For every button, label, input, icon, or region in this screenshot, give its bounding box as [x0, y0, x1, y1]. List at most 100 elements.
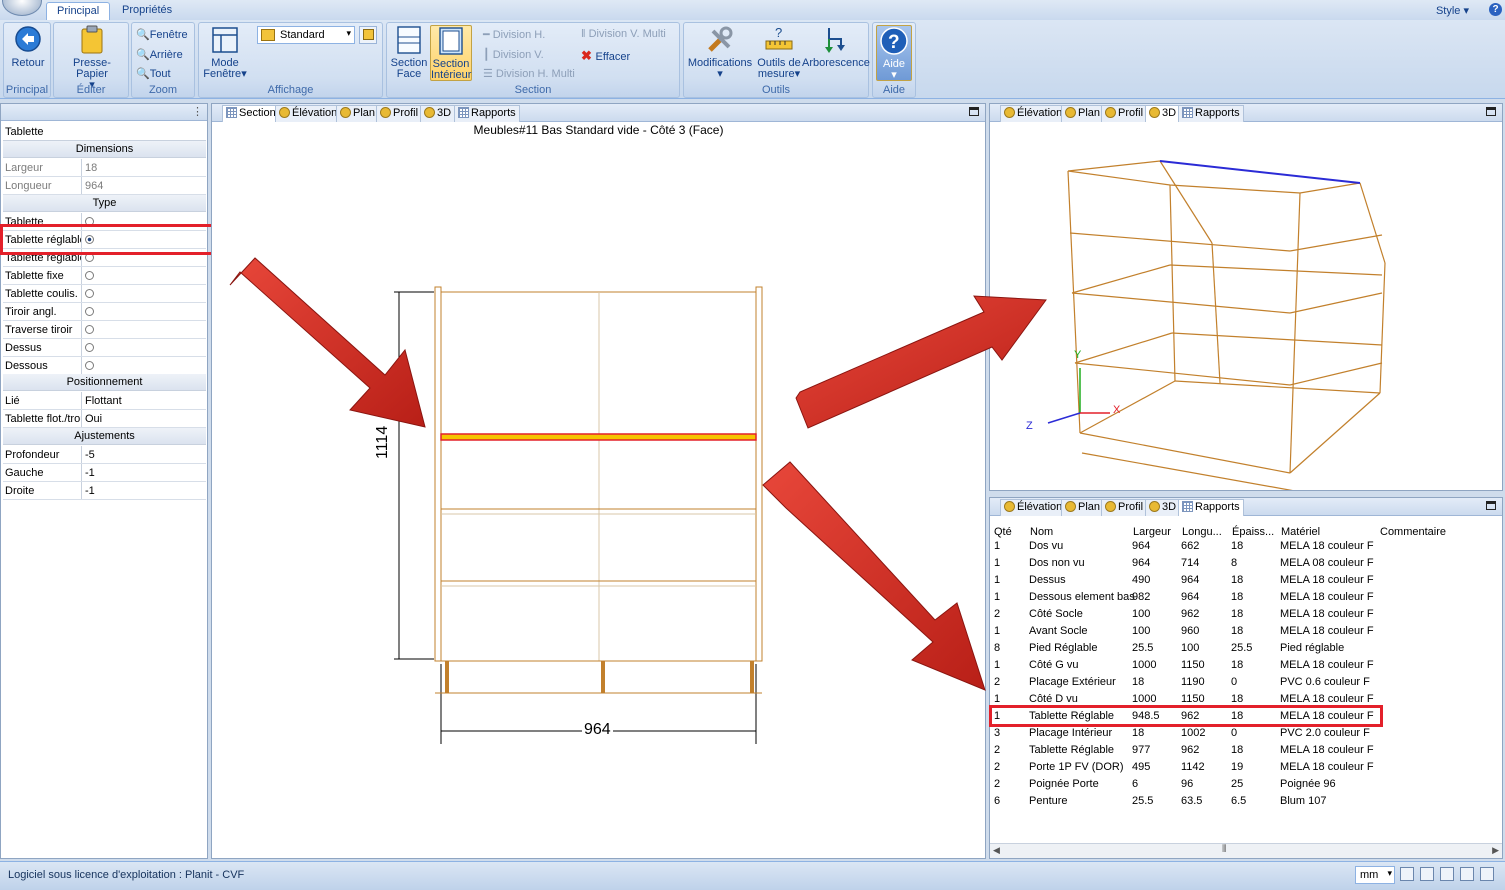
column-header-longueur[interactable]: Longu... [1182, 526, 1222, 538]
prop-droite[interactable]: Droite -1 [3, 482, 206, 500]
tab-3d[interactable]: 3D [1145, 105, 1181, 122]
tab-plan[interactable]: Plan [1061, 499, 1105, 516]
prop-gauche[interactable]: Gauche -1 [3, 464, 206, 482]
outils-mesure-button[interactable]: ? Outils de mesure▾ [755, 25, 803, 80]
type-option[interactable]: Tablette fixe [3, 267, 206, 285]
grip-icon[interactable]: ⋮ [192, 105, 203, 118]
section-interieur-button[interactable]: Section Intérieur [430, 25, 472, 81]
view-edit-button[interactable] [359, 26, 377, 44]
table-row[interactable]: 2 Porte 1P FV (DOR) 495 1142 19 MELA 18 coule… [991, 759, 1471, 776]
category-ajustements[interactable]: Ajustements [3, 428, 206, 445]
scroll-thumb-grip-icon[interactable]: ⦀ [1222, 844, 1226, 855]
radio-button[interactable] [85, 289, 94, 298]
table-row[interactable]: 1 Dos vu 964 662 18 MELA 18 couleur F [991, 538, 1471, 555]
radio-button[interactable] [85, 325, 94, 334]
zoom-fenetre-button[interactable]: 🔍Fenêtre [136, 28, 188, 41]
prop-lie[interactable]: Lié Flottant [3, 392, 206, 410]
horizontal-scrollbar[interactable]: ◀ ⦀ ▶ [990, 843, 1502, 858]
prop-flot-value[interactable]: Oui [81, 410, 206, 427]
column-header-largeur[interactable]: Largeur [1133, 526, 1171, 538]
category-type[interactable]: Type [3, 195, 206, 212]
prop-profondeur-value[interactable]: -5 [81, 446, 206, 463]
view-select[interactable]: Standard ▾ [257, 26, 355, 44]
category-positionnement[interactable]: Positionnement [3, 374, 206, 391]
table-row[interactable]: 3 Placage Intérieur 18 1002 0 PVC 2.0 couleur… [991, 725, 1471, 742]
style-menu[interactable]: Style ▾ [1436, 4, 1469, 17]
radio-button[interactable] [85, 307, 94, 316]
prop-longueur-value[interactable]: 964 [81, 177, 206, 194]
table-row[interactable]: 1 Dos non vu 964 714 8 MELA 08 couleur F [991, 555, 1471, 572]
type-option[interactable]: Tablette coulis. [3, 285, 206, 303]
column-header-nom[interactable]: Nom [1030, 526, 1053, 538]
column-header-epaisseur[interactable]: Épaiss... [1232, 526, 1274, 538]
table-row[interactable]: 6 Penture 25.5 63.5 6.5 Blum 107 [991, 793, 1471, 810]
type-option[interactable]: Dessus [3, 339, 206, 357]
prop-longueur[interactable]: Longueur 964 [3, 177, 206, 195]
tab-profil[interactable]: Profil [1101, 499, 1148, 516]
prop-flot[interactable]: Tablette flot./trou Oui [3, 410, 206, 428]
table-row[interactable]: 1 Dessous element bas 982 964 18 MELA 18 coul… [991, 589, 1471, 606]
column-header-qte[interactable]: Qté [994, 526, 1012, 538]
scroll-left-icon[interactable]: ◀ [993, 845, 1000, 856]
view3d-canvas[interactable] [990, 123, 1502, 490]
zoom-tout-button[interactable]: 🔍Tout [136, 67, 171, 80]
maximize-icon[interactable] [1486, 501, 1496, 510]
division-v-button[interactable]: ┃ Division V. [483, 48, 544, 61]
table-row[interactable]: 1 Dessus 490 964 18 MELA 18 couleur F [991, 572, 1471, 589]
table-row[interactable]: 2 Placage Extérieur 18 1190 0 PVC 0.6 couleur… [991, 674, 1471, 691]
type-option[interactable]: Tiroir angl. [3, 303, 206, 321]
type-option[interactable]: Traverse tiroir [3, 321, 206, 339]
tab-3d[interactable]: 3D [1145, 499, 1181, 516]
type-option[interactable]: Dessous [3, 357, 206, 375]
table-row[interactable]: 2 Tablette Réglable 977 962 18 MELA 18 couleu… [991, 742, 1471, 759]
presse-papier-button[interactable]: Presse-Papier ▾ [58, 25, 126, 91]
prop-gauche-value[interactable]: -1 [81, 464, 206, 481]
division-v-multi-button[interactable]: ‖ Division V. Multi [581, 28, 666, 40]
prop-profondeur[interactable]: Profondeur -5 [3, 446, 206, 464]
division-h-button[interactable]: ━ Division H. [483, 28, 545, 41]
maximize-icon[interactable] [1486, 107, 1496, 116]
tab-profil[interactable]: Profil [1101, 105, 1148, 122]
section-drawing[interactable] [212, 104, 985, 858]
table-row[interactable]: 8 Pied Réglable 25.5 100 25.5 Pied réglable [991, 640, 1471, 657]
table-row[interactable]: 1 Avant Socle 100 960 18 MELA 18 couleur F [991, 623, 1471, 640]
category-dimensions[interactable]: Dimensions [3, 141, 206, 158]
table-row[interactable]: 2 Côté Socle 100 962 18 MELA 18 couleur F [991, 606, 1471, 623]
tab-proprietes[interactable]: Propriétés [112, 2, 182, 20]
tab-elevation[interactable]: Élévation [1000, 499, 1067, 516]
ortho-icon[interactable] [1440, 867, 1454, 881]
retour-button[interactable]: Retour [8, 25, 48, 69]
tab-plan[interactable]: Plan [1061, 105, 1105, 122]
aide-button[interactable]: ? Aide ▾ [876, 25, 912, 81]
radio-button[interactable] [85, 343, 94, 352]
zoom-arriere-button[interactable]: 🔍Arrière [136, 48, 183, 61]
table-row[interactable]: 2 Poignée Porte 6 96 25 Poignée 96 [991, 776, 1471, 793]
help-icon[interactable]: ? [1489, 3, 1502, 16]
effacer-button[interactable]: ✖ Effacer [581, 48, 630, 64]
section-face-button[interactable]: Section Face [390, 25, 428, 80]
snap-grid-icon[interactable] [1400, 867, 1414, 881]
tab-rapports[interactable]: Rapports [1178, 105, 1244, 122]
division-h-multi-button[interactable]: ☰ Division H. Multi [483, 67, 575, 80]
modifications-button[interactable]: Modifications ▾ [687, 25, 753, 80]
radio-button[interactable] [85, 361, 94, 370]
prop-largeur[interactable]: Largeur 18 [3, 159, 206, 177]
prop-droite-value[interactable]: -1 [81, 482, 206, 499]
tab-rapports[interactable]: Rapports [1178, 499, 1244, 516]
snap-object-icon[interactable] [1420, 867, 1434, 881]
arborescence-button[interactable]: Arborescence [802, 25, 870, 69]
prop-gauche-label: Gauche [5, 467, 44, 479]
tab-elevation[interactable]: Élévation [1000, 105, 1067, 122]
tab-principal[interactable]: Principal [46, 2, 111, 20]
prop-lie-value[interactable]: Flottant [81, 392, 206, 409]
resize-grip-icon[interactable] [1480, 867, 1494, 881]
print-icon[interactable] [1460, 867, 1474, 881]
unit-select[interactable]: mm ▾ [1355, 866, 1395, 884]
column-header-materiel[interactable]: Matériel [1281, 526, 1320, 538]
prop-largeur-value[interactable]: 18 [81, 159, 206, 176]
scroll-right-icon[interactable]: ▶ [1492, 845, 1499, 856]
mode-fenetre-button[interactable]: Mode Fenêtre▾ [202, 25, 248, 80]
column-header-commentaire[interactable]: Commentaire [1380, 526, 1446, 538]
table-row[interactable]: 1 Côté G vu 1000 1150 18 MELA 18 couleur F [991, 657, 1471, 674]
radio-button[interactable] [85, 271, 94, 280]
